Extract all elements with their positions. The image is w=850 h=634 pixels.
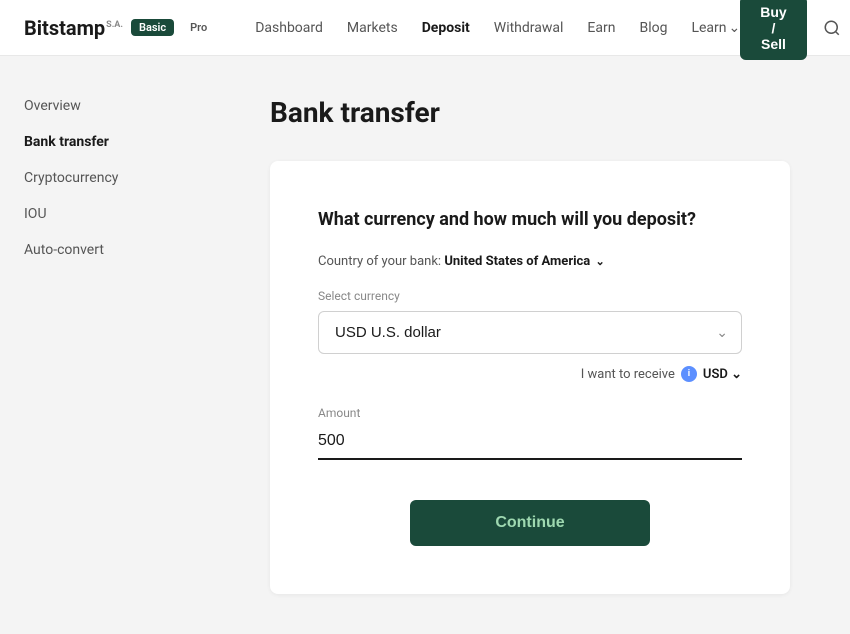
nav-learn-label: Learn — [691, 20, 726, 36]
nav-markets[interactable]: Markets — [347, 20, 398, 36]
search-button[interactable] — [823, 19, 841, 37]
buy-sell-button[interactable]: Buy / Sell — [740, 0, 806, 60]
receive-row: I want to receive i USD ⌄ — [318, 366, 742, 382]
sidebar: Overview Bank transfer Cryptocurrency IO… — [0, 56, 210, 634]
badge-basic[interactable]: Basic — [131, 19, 174, 36]
amount-input[interactable] — [318, 424, 742, 460]
receive-chevron-icon: ⌄ — [731, 367, 742, 382]
country-label-text: Country of your bank: — [318, 254, 441, 269]
header: BitstampS.A. Basic Pro Dashboard Markets… — [0, 0, 850, 56]
usd-coin-icon: i — [681, 366, 697, 382]
main-content: Bank transfer What currency and how much… — [210, 56, 850, 634]
deposit-card: What currency and how much will you depo… — [270, 161, 790, 594]
currency-select[interactable]: USD U.S. dollar — [318, 311, 742, 354]
amount-label: Amount — [318, 406, 742, 420]
nav-earn[interactable]: Earn — [587, 20, 615, 36]
logo-name: Bitstamp — [24, 16, 105, 40]
logo: BitstampS.A. Basic Pro — [24, 16, 215, 40]
page-layout: Overview Bank transfer Cryptocurrency IO… — [0, 56, 850, 634]
nav-learn[interactable]: Learn ⌄ — [691, 20, 740, 36]
card-title: What currency and how much will you depo… — [318, 209, 742, 230]
nav-deposit[interactable]: Deposit — [422, 20, 470, 36]
country-value[interactable]: United States of America ⌄ — [444, 254, 604, 269]
sidebar-item-auto-convert[interactable]: Auto-convert — [0, 232, 210, 268]
continue-button[interactable]: Continue — [410, 500, 650, 546]
receive-currency[interactable]: USD ⌄ — [703, 367, 742, 382]
logo-suffix: S.A. — [106, 20, 123, 30]
country-name: United States of America — [444, 254, 590, 269]
nav-blog[interactable]: Blog — [639, 20, 667, 36]
sidebar-item-overview[interactable]: Overview — [0, 88, 210, 124]
nav-dashboard[interactable]: Dashboard — [255, 20, 323, 36]
header-right: Buy / Sell — [740, 0, 850, 60]
main-nav: Dashboard Markets Deposit Withdrawal Ear… — [255, 20, 740, 36]
nav-withdrawal[interactable]: Withdrawal — [494, 20, 564, 36]
chevron-down-icon: ⌄ — [729, 20, 741, 36]
receive-currency-value: USD — [703, 367, 728, 382]
currency-select-wrapper: USD U.S. dollar ⌄ — [318, 311, 742, 354]
sidebar-item-iou[interactable]: IOU — [0, 196, 210, 232]
search-icon — [823, 19, 841, 37]
logo-text: BitstampS.A. — [24, 16, 123, 40]
badge-pro[interactable]: Pro — [182, 19, 215, 36]
receive-label: I want to receive — [581, 367, 675, 382]
page-title: Bank transfer — [270, 96, 790, 129]
country-label: Country of your bank: United States of A… — [318, 254, 742, 269]
country-chevron-icon: ⌄ — [595, 255, 604, 268]
sidebar-item-bank-transfer[interactable]: Bank transfer — [0, 124, 210, 160]
amount-section: Amount — [318, 406, 742, 460]
currency-field-label: Select currency — [318, 289, 742, 303]
sidebar-item-cryptocurrency[interactable]: Cryptocurrency — [0, 160, 210, 196]
